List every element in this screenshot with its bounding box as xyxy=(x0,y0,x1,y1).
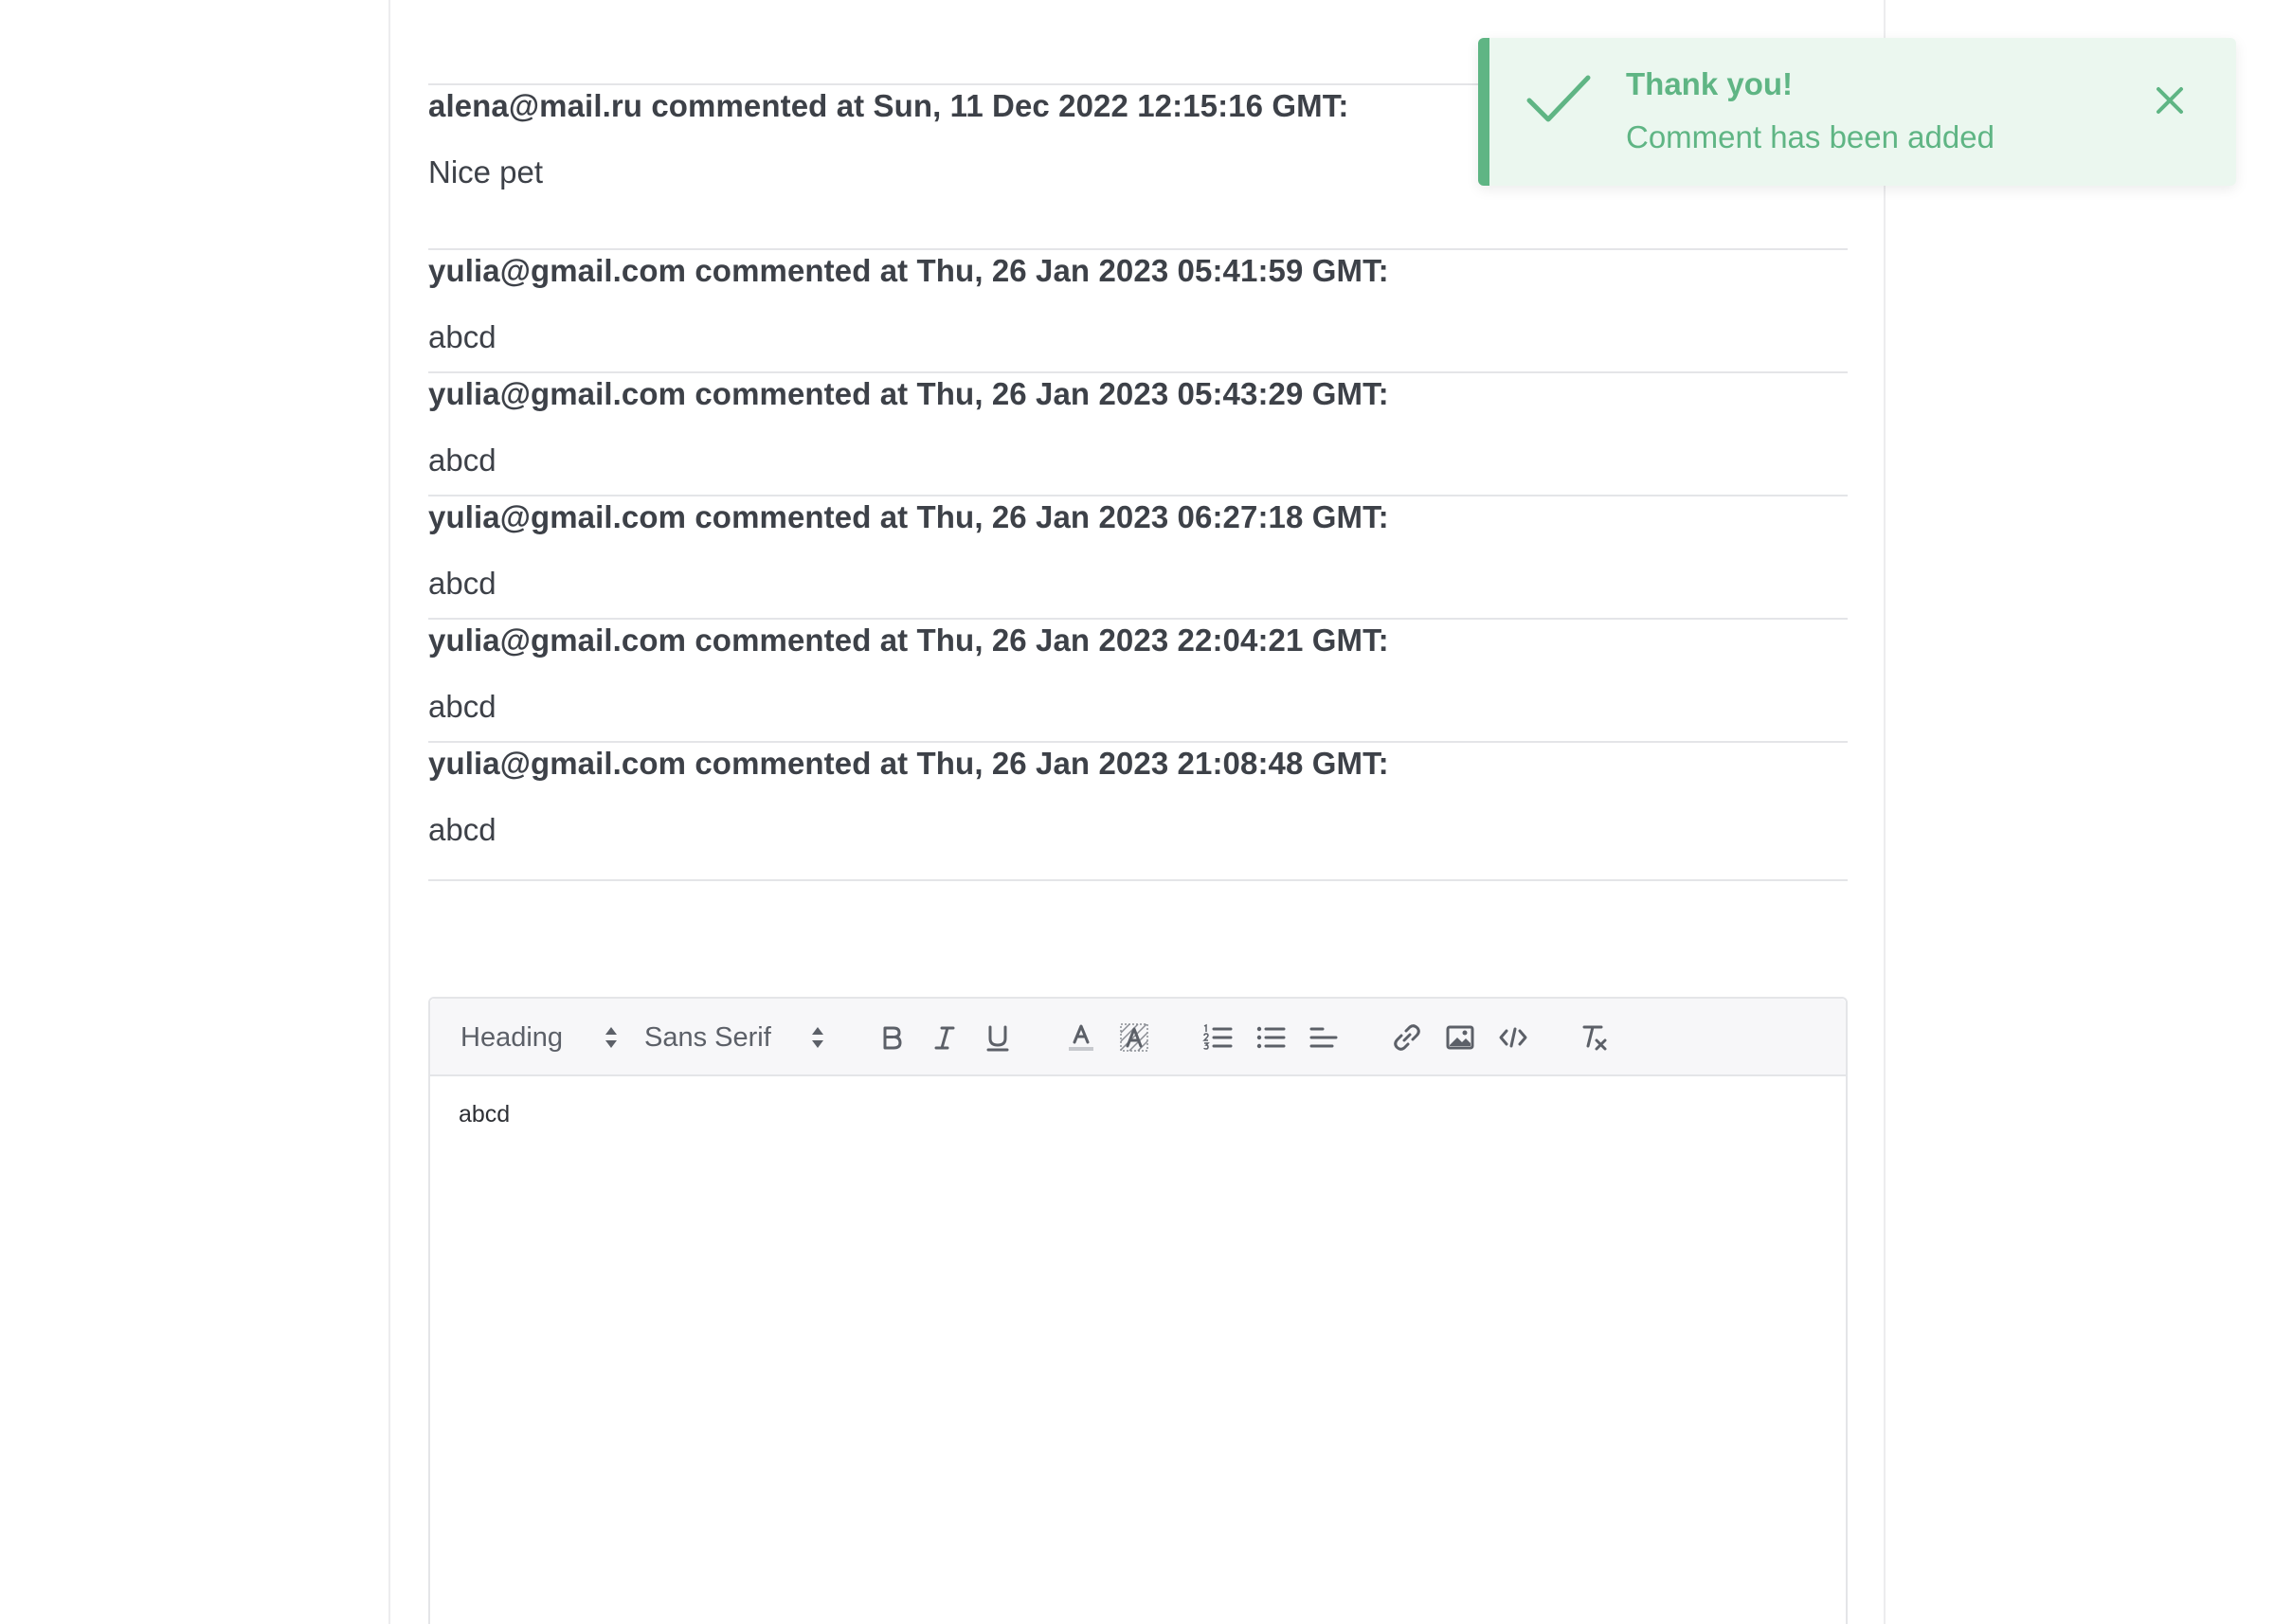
text-color-icon xyxy=(1069,1024,1093,1051)
comment-item: yulia@gmail.com commented at Thu, 26 Jan… xyxy=(428,495,1848,603)
bold-icon xyxy=(883,1026,902,1050)
align-icon xyxy=(1309,1027,1338,1048)
page: alena@mail.ru commented at Sun, 11 Dec 2… xyxy=(0,0,2274,1624)
background-color-icon xyxy=(1120,1023,1148,1052)
ordered-list-icon xyxy=(1202,1023,1233,1050)
comment-header: yulia@gmail.com commented at Thu, 26 Jan… xyxy=(428,253,1389,288)
code-button[interactable] xyxy=(1491,1016,1535,1059)
comment-header: yulia@gmail.com commented at Thu, 26 Jan… xyxy=(428,499,1389,534)
heading-picker[interactable]: Heading xyxy=(460,1014,617,1061)
checkmark-icon xyxy=(1526,75,1591,122)
align-button[interactable] xyxy=(1302,1016,1345,1059)
comment-header: yulia@gmail.com commented at Thu, 26 Jan… xyxy=(428,623,1389,658)
rich-text-editor: Heading Sans Serif abcd xyxy=(428,997,1848,1624)
comment-body: abcd xyxy=(428,442,496,478)
content-column: alena@mail.ru commented at Sun, 11 Dec 2… xyxy=(388,0,1886,1624)
editor-toolbar: Heading Sans Serif xyxy=(430,999,1846,1076)
updown-arrows-icon xyxy=(812,1027,823,1048)
bold-button[interactable] xyxy=(870,1016,913,1059)
comment-body: abcd xyxy=(428,319,496,354)
comment-body: abcd xyxy=(428,689,496,724)
background-color-button[interactable] xyxy=(1112,1016,1156,1059)
image-button[interactable] xyxy=(1438,1016,1482,1059)
heading-picker-label: Heading xyxy=(460,1021,564,1053)
comment-list: alena@mail.ru commented at Sun, 11 Dec 2… xyxy=(428,83,1848,881)
clear-format-icon xyxy=(1582,1025,1607,1051)
italic-button[interactable] xyxy=(923,1016,966,1059)
toast-message: Comment has been added xyxy=(1626,119,1994,154)
updown-arrows-icon xyxy=(605,1027,617,1048)
italic-icon xyxy=(934,1026,955,1050)
clear-format-button[interactable] xyxy=(1573,1016,1616,1059)
success-toast: Thank you! Comment has been added xyxy=(1478,38,2236,186)
font-picker-label: Sans Serif xyxy=(644,1021,771,1053)
comment-item: yulia@gmail.com commented at Thu, 26 Jan… xyxy=(428,618,1848,726)
underline-button[interactable] xyxy=(976,1016,1020,1059)
comment-body: abcd xyxy=(428,566,496,601)
underline-icon xyxy=(986,1025,1009,1052)
font-picker[interactable]: Sans Serif xyxy=(644,1014,823,1061)
bullet-list-button[interactable] xyxy=(1249,1016,1292,1059)
code-icon xyxy=(1499,1027,1527,1048)
bullet-list-icon xyxy=(1256,1026,1286,1049)
comment-item: yulia@gmail.com commented at Thu, 26 Jan… xyxy=(428,248,1848,356)
comment-item: yulia@gmail.com commented at Thu, 26 Jan… xyxy=(428,741,1848,881)
comment-item: yulia@gmail.com commented at Thu, 26 Jan… xyxy=(428,371,1848,479)
image-icon xyxy=(1446,1025,1474,1050)
close-icon[interactable] xyxy=(2151,81,2189,119)
toast-title: Thank you! xyxy=(1626,66,1794,101)
link-icon xyxy=(1394,1024,1420,1051)
comment-body: abcd xyxy=(428,812,496,847)
comment-header: yulia@gmail.com commented at Thu, 26 Jan… xyxy=(428,746,1389,781)
link-button[interactable] xyxy=(1385,1016,1429,1059)
editor-content[interactable]: abcd xyxy=(430,1076,1846,1153)
text-color-button[interactable] xyxy=(1059,1016,1103,1059)
ordered-list-button[interactable] xyxy=(1196,1016,1239,1059)
comment-header: yulia@gmail.com commented at Thu, 26 Jan… xyxy=(428,376,1389,411)
